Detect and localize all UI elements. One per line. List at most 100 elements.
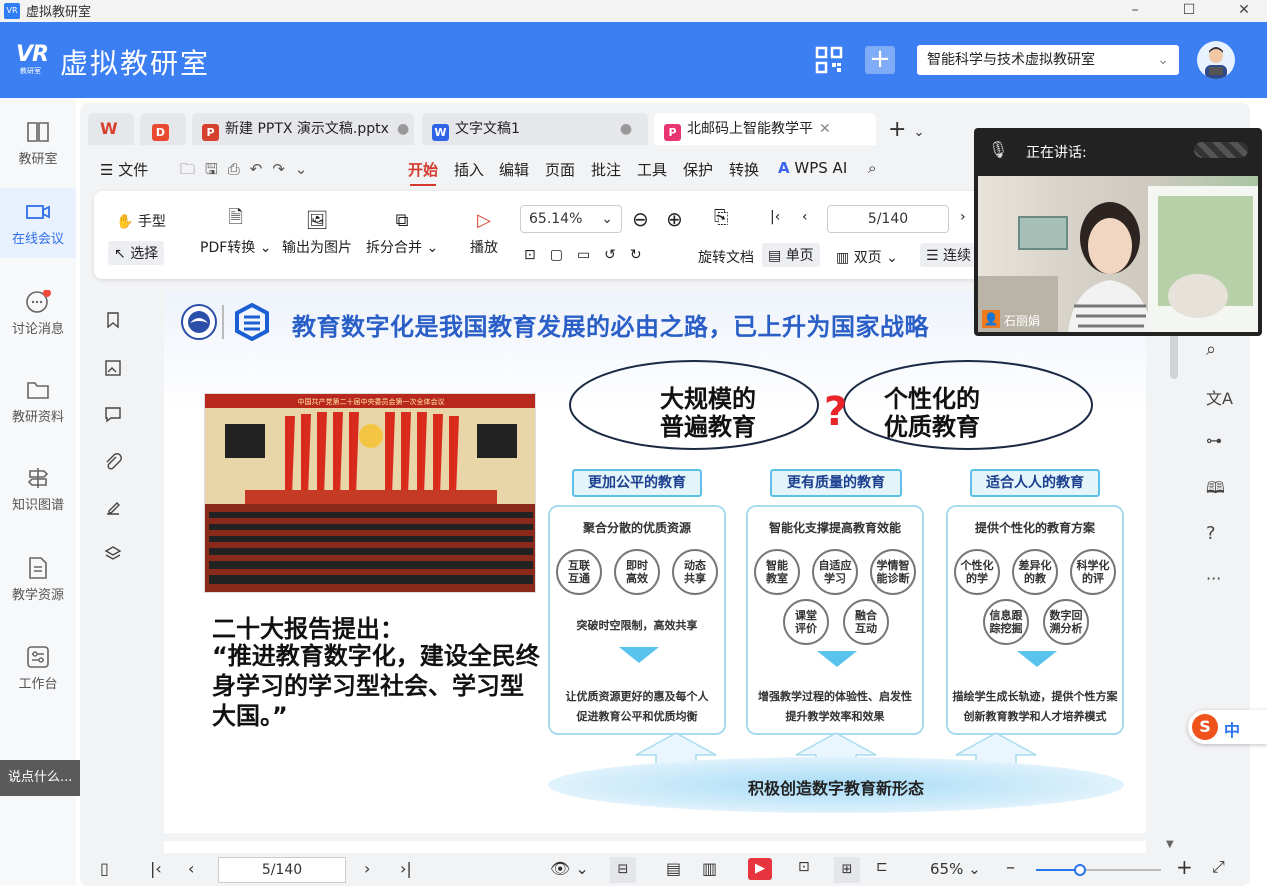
scroll-down-icon[interactable]: ▼ — [1166, 839, 1174, 850]
qr-code-icon[interactable] — [815, 46, 843, 74]
signature-icon[interactable] — [104, 499, 122, 517]
fit-page-icon[interactable]: ⎘ — [714, 207, 728, 228]
search-icon[interactable]: ⌕ — [1206, 339, 1216, 360]
last-page-icon[interactable]: ›| — [400, 859, 412, 878]
single-page-icon[interactable]: ▤ — [666, 859, 681, 878]
nav-item-knowledge-graph[interactable]: 知识图谱 — [0, 454, 76, 524]
nav-item-workbench[interactable]: 工作台 — [0, 633, 76, 703]
book-icon — [25, 120, 51, 144]
prev-page-icon[interactable]: ‹ — [802, 209, 808, 225]
menu-insert[interactable]: 插入 — [454, 159, 484, 180]
menu-comment[interactable]: 批注 — [591, 159, 621, 180]
actual-size-icon[interactable]: ⊡ — [798, 859, 810, 875]
zoom-select[interactable]: 65.14% ⌄ — [520, 205, 622, 233]
button-label: 双页 — [853, 250, 882, 266]
nav-item-online-meeting[interactable]: 在线会议 — [0, 188, 76, 258]
next-page-icon[interactable]: › — [364, 859, 370, 878]
rotate-document-button[interactable]: 旋转文档 — [698, 247, 754, 267]
pdf-convert-button[interactable]: 🗎 PDF转换 ⌄ — [200, 207, 271, 257]
fit-page-icon[interactable]: ⊞ — [834, 857, 860, 883]
layers-icon[interactable] — [104, 545, 122, 563]
view-icons[interactable]: ⊡▢▭↺↻ — [524, 247, 656, 263]
split-merge-button[interactable]: ⧉ 拆分合并 ⌄ — [366, 207, 438, 257]
continuous-button[interactable]: ☰ 连续 — [920, 243, 978, 267]
right-ellipse-text: 个性化的 优质教育 — [884, 385, 980, 441]
zoom-slider[interactable] — [1036, 864, 1161, 876]
foundation-text: 积极创造数字教育新形态 — [747, 779, 924, 798]
attachment-icon[interactable] — [104, 453, 122, 471]
play-button[interactable]: ▷ 播放 — [470, 207, 498, 257]
tab-pptx[interactable]: P 新建 PPTX 演示文稿.pptx ● — [192, 113, 414, 145]
help-icon[interactable]: ? — [1206, 523, 1216, 544]
tab-doc[interactable]: W 文字文稿1 ● — [422, 113, 648, 145]
user-avatar[interactable] — [1197, 41, 1235, 79]
cursor-icon: ↖ — [114, 246, 126, 262]
thumbnail-icon[interactable] — [104, 359, 122, 377]
nav-item-resources[interactable]: 教学资源 — [0, 544, 76, 614]
nav-item-label: 教学资源 — [11, 588, 64, 603]
page-number-input[interactable]: 5/140 — [827, 205, 949, 233]
menu-protect[interactable]: 保护 — [683, 159, 713, 180]
read-mode-icon[interactable]: 🕮 — [1206, 477, 1225, 504]
maximize-button[interactable]: ☐ — [1166, 0, 1212, 22]
comment-icon[interactable] — [104, 405, 122, 423]
chevron-down-icon: ⌄ — [601, 211, 613, 227]
left-ellipse-line: 大规模的 — [660, 385, 756, 413]
bookmark-icon[interactable] — [104, 311, 122, 329]
menu-file[interactable]: ☰ 文件 — [100, 159, 148, 180]
double-page-icon[interactable]: ▥ — [702, 859, 717, 878]
prev-page-icon[interactable]: ‹ — [188, 859, 194, 878]
close-icon[interactable]: ✕ — [819, 121, 831, 137]
new-tab-icon[interactable]: + ⌄ — [888, 117, 924, 142]
select-tool-button[interactable]: ↖ 选择 — [108, 241, 165, 265]
first-page-icon[interactable]: |‹ — [770, 209, 780, 225]
page-number-value: 5/140 — [867, 211, 909, 227]
menu-page[interactable]: 页面 — [545, 159, 575, 180]
continuous-view-icon[interactable]: ⊟ — [610, 857, 636, 883]
more-icon[interactable]: ··· — [1206, 569, 1221, 588]
next-page-icon[interactable]: › — [960, 209, 966, 225]
nav-item-materials[interactable]: 教研资料 — [0, 366, 76, 436]
close-button[interactable]: ✕ — [1221, 0, 1267, 22]
zoom-out-icon[interactable]: – — [1006, 857, 1015, 878]
hand-tool-button[interactable]: ✋ 手型 — [116, 211, 166, 231]
menu-convert[interactable]: 转换 — [729, 159, 759, 180]
menu-start[interactable]: 开始 — [408, 159, 438, 186]
zoom-in-icon[interactable]: ⊕ — [666, 207, 683, 231]
eye-icon[interactable]: 👁 ⌄ — [550, 859, 589, 878]
page-input[interactable]: 5/140 — [218, 857, 346, 883]
menu-tools[interactable]: 工具 — [637, 159, 667, 180]
zoom-slider-knob[interactable] — [1073, 864, 1086, 876]
nav-item-discussion[interactable]: 讨论消息 — [0, 278, 76, 348]
pdf-tab[interactable]: D — [140, 113, 186, 145]
sidebar-toggle-icon[interactable]: ▯ — [100, 859, 109, 878]
tab-platform[interactable]: P 北邮码上智能教学平 ✕ — [654, 113, 876, 145]
room-selector[interactable]: 智能科学与技术虚拟教研室 ⌄ — [917, 45, 1179, 75]
concept-circle: 动态 共享 — [672, 549, 718, 595]
play-icon[interactable]: ▶ — [748, 858, 772, 880]
fit-width-icon[interactable]: ⊏ — [876, 859, 888, 875]
menu-edit[interactable]: 编辑 — [499, 159, 529, 180]
quick-access-icons[interactable]: 🗀🖫⎙↶↷⌄ — [180, 159, 318, 184]
menu-wps-ai[interactable]: A WPS AI — [778, 159, 847, 177]
export-image-button[interactable]: 🖼 输出为图片 — [282, 207, 352, 257]
double-page-button[interactable]: ▥ 双页 ⌄ — [836, 247, 898, 267]
single-page-button[interactable]: ▤ 单页 — [762, 243, 820, 267]
signpost-icon — [25, 466, 51, 490]
wps-home-tab[interactable]: W — [88, 113, 134, 145]
nav-item-label: 教研资料 — [11, 410, 64, 425]
ime-widget[interactable]: S 中 — [1188, 710, 1267, 744]
add-icon[interactable]: + — [865, 46, 895, 74]
settings-slider-icon[interactable]: ⊶ — [1206, 431, 1222, 450]
microphone-icon[interactable]: 🎙 — [988, 140, 1008, 159]
zoom-in-icon[interactable]: + — [1176, 855, 1193, 879]
search-icon[interactable]: ⌕ — [868, 159, 876, 177]
first-page-icon[interactable]: |‹ — [150, 859, 162, 878]
minimize-button[interactable]: – — [1112, 0, 1158, 22]
zoom-out-icon[interactable]: ⊖ — [632, 207, 649, 231]
translate-icon[interactable]: 文A — [1206, 385, 1233, 409]
nav-item-teaching-room[interactable]: 教研室 — [0, 108, 76, 178]
zoom-percent[interactable]: 65% ⌄ — [930, 860, 981, 878]
university-logo — [180, 303, 218, 341]
fullscreen-icon[interactable]: ⤢ — [1212, 857, 1225, 877]
